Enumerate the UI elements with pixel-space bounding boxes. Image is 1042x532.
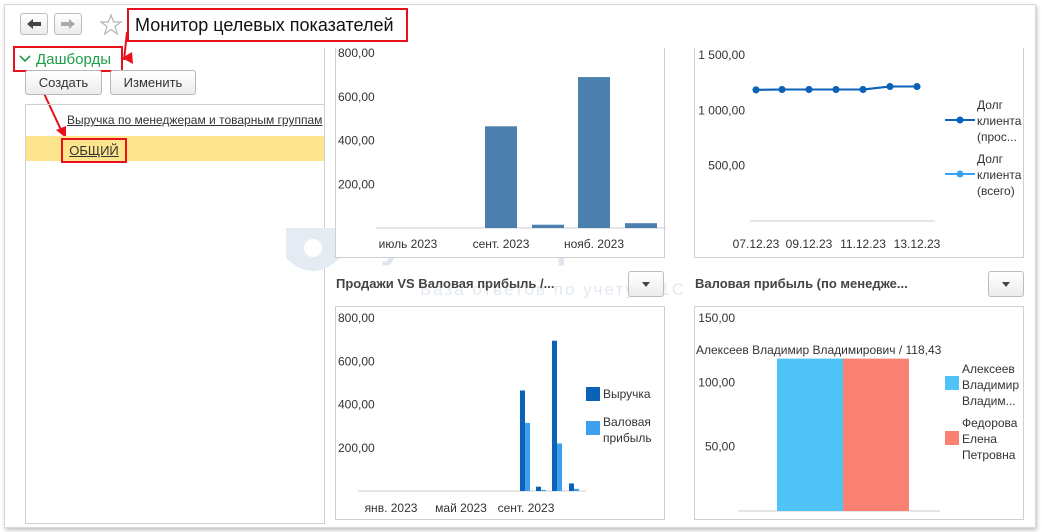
data-point (778, 86, 786, 94)
chart-sales-vs-profit: 200,00 400,00 600,00 800,00 янв. 2023 май 202… (335, 306, 665, 520)
legend-swatch (586, 421, 600, 435)
y-tick-label: 150,00 (698, 311, 735, 325)
bar (520, 390, 525, 491)
x-tick-label: нояб. 2023 (564, 237, 624, 251)
x-tick-label: 07.12.23 (733, 237, 780, 251)
legend-swatch (945, 376, 959, 390)
bar (569, 483, 574, 491)
bar-annotation: Алексеев Владимир Владимирович / 118,43 (696, 343, 942, 357)
chart-profit-by-manager: 50,00 100,00 150,00 Алексеев Владимир Влад… (694, 306, 1024, 520)
data-point (913, 83, 921, 91)
x-tick-label: июль 2023 (379, 237, 438, 251)
data-point (752, 86, 760, 94)
y-tick-label: 500,00 (708, 159, 745, 173)
legend-swatch-dot (956, 116, 964, 124)
y-tick-label: 100,00 (698, 375, 735, 389)
legend-swatch-dot (956, 170, 964, 178)
list-column-header[interactable]: Выручка по менеджерам и товарным группам (67, 113, 325, 127)
bar (485, 126, 517, 228)
bar (552, 340, 557, 491)
bar (525, 422, 530, 491)
legend-label-gross-profit: Валовая прибыль (603, 415, 652, 445)
bar (536, 486, 541, 491)
chart-client-debt: 500,00 1 000,00 1 500,00 07.12.23 09.12.23 11… (694, 48, 1024, 258)
y-tick-label: 1 000,00 (698, 103, 745, 117)
legend-swatch (586, 387, 600, 401)
legend-label-debt-total: Долг клиента (всего) (977, 152, 1022, 198)
y-tick-label: 200,00 (338, 177, 375, 191)
x-tick-label: сент. 2023 (498, 501, 555, 515)
y-tick-label: 50,00 (705, 440, 735, 454)
data-point (859, 86, 867, 94)
legend-label-fedorova: Федорова Елена Петровна (962, 416, 1018, 462)
x-tick-label: 13.12.23 (894, 237, 941, 251)
create-button[interactable]: Создать (25, 70, 102, 95)
bar (843, 358, 909, 511)
y-tick-label: 400,00 (338, 398, 375, 412)
bar (532, 224, 564, 228)
legend-label-revenue: Выручка (603, 387, 651, 401)
bar (541, 489, 546, 491)
data-point (832, 86, 840, 94)
data-point (805, 86, 813, 94)
y-tick-label: 400,00 (338, 134, 375, 148)
x-tick-label: май 2023 (435, 501, 487, 515)
legend-label-alekseev: Алексеев Владимир Владим... (962, 362, 1020, 408)
bar (574, 488, 579, 491)
dashboard-item-obshiy[interactable]: ОБЩИЙ (61, 138, 127, 163)
section-title-profit-by-manager: Валовая прибыль (по менедже... (695, 276, 908, 291)
x-tick-label: янв. 2023 (365, 501, 418, 515)
annotation-arrowhead (122, 52, 133, 64)
bar (777, 358, 843, 511)
edit-button[interactable]: Изменить (110, 70, 196, 95)
y-tick-label: 800,00 (338, 311, 375, 325)
y-tick-label: 600,00 (338, 90, 375, 104)
chart-sales-monthly-svg: 200,00 400,00 600,00 800,00 июль 2023 сент. 2… (338, 46, 666, 251)
chart-profit-by-manager-svg: 50,00 100,00 150,00 (698, 311, 959, 512)
chart-sales-monthly: 200,00 400,00 600,00 800,00 июль 2023 сент. 2… (335, 46, 666, 258)
chart-client-debt-svg: 500,00 1 000,00 1 500,00 07.12.23 09.12.23 11… (698, 48, 975, 251)
y-tick-label: 800,00 (338, 48, 375, 60)
y-tick-label: 200,00 (338, 441, 375, 455)
dashboard-list: Выручка по менеджерам и товарным группам… (25, 104, 324, 524)
x-tick-label: 09.12.23 (786, 237, 833, 251)
bar (578, 77, 610, 228)
legend-label-debt-overdue: Долг клиента (прос... (977, 98, 1022, 144)
sales-vs-profit-menu-button[interactable] (628, 271, 664, 297)
dropdown-arrow-icon (1002, 281, 1010, 287)
legend-swatch (945, 431, 959, 445)
x-tick-label: сент. 2023 (473, 237, 530, 251)
profit-by-manager-menu-button[interactable] (988, 271, 1024, 297)
y-tick-label: 1 500,00 (698, 48, 745, 62)
dropdown-arrow-icon (642, 281, 650, 287)
bar (625, 223, 657, 228)
bar (557, 443, 562, 491)
x-tick-label: 11.12.23 (840, 237, 886, 251)
data-point (886, 83, 894, 91)
section-title-sales-vs-profit: Продажи VS Валовая прибыль /... (336, 276, 555, 291)
y-tick-label: 600,00 (338, 354, 375, 368)
